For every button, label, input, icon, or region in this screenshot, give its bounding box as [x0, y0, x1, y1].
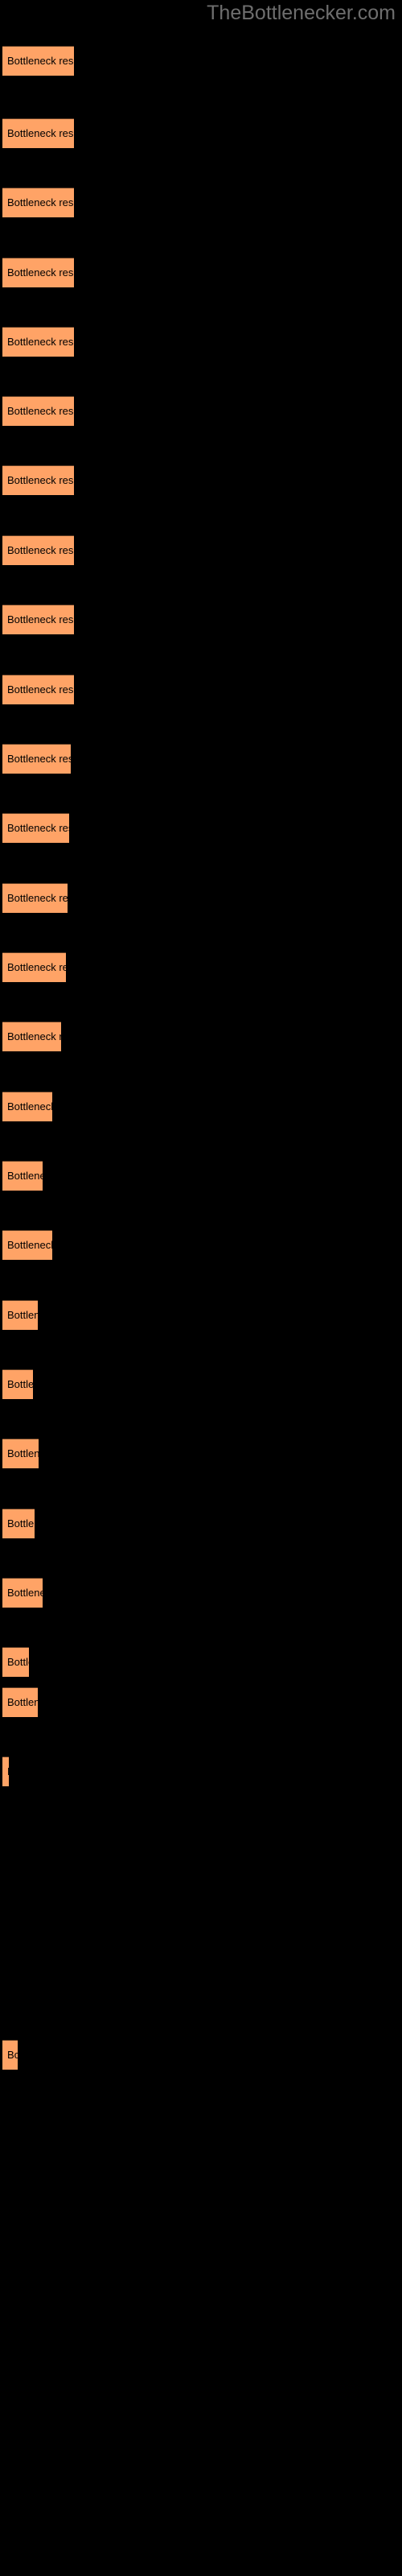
bar-row[interactable]: Bottleneck result	[0, 258, 402, 287]
bar-clip: Bottleneck result	[2, 1369, 33, 1399]
bar-rect[interactable]	[2, 1509, 35, 1538]
bar-row[interactable]: Bottleneck result	[0, 1439, 402, 1468]
bar-rect[interactable]	[2, 744, 71, 774]
bar-clip: Bottleneck result	[2, 46, 74, 76]
bar-clip: Bottleneck result	[2, 1230, 52, 1260]
bar-clip: Bottleneck result	[2, 465, 74, 495]
bar-row[interactable]: Bottleneck result	[0, 1757, 402, 1786]
bar-rect[interactable]	[2, 1757, 9, 1786]
bar-rect[interactable]	[2, 465, 74, 495]
bar-clip: Bottleneck result	[2, 675, 74, 704]
bar-rect[interactable]	[2, 1092, 52, 1121]
bar-rect[interactable]	[2, 46, 74, 76]
bar-row[interactable]: Bottleneck result	[0, 1509, 402, 1538]
bar-row[interactable]: Bottleneck result	[0, 1022, 402, 1051]
bar-rect[interactable]	[2, 952, 66, 982]
bar-clip: Bottleneck result	[2, 605, 74, 634]
bar-row[interactable]: Bottleneck result	[0, 883, 402, 913]
bar-rect[interactable]	[2, 2040, 18, 2070]
bar-clip: Bottleneck result	[2, 258, 74, 287]
bar-row[interactable]: Bottleneck result	[0, 605, 402, 634]
bar-clip: Bottleneck result	[2, 1161, 43, 1191]
bar-clip: Bottleneck result	[2, 535, 74, 565]
bar-clip: Bottleneck result	[2, 952, 66, 982]
bar-row[interactable]: Bottleneck result	[0, 188, 402, 217]
bar-row[interactable]: Bottleneck result	[0, 1300, 402, 1330]
bar-clip: Bottleneck result	[2, 813, 69, 843]
bar-row[interactable]: Bottleneck result	[0, 465, 402, 495]
bar-rect[interactable]	[2, 396, 74, 426]
bar-clip: Bottleneck result	[2, 883, 68, 913]
bar-rect[interactable]	[2, 1369, 33, 1399]
bar-row[interactable]: Bottleneck result	[0, 535, 402, 565]
bar-row[interactable]: Bottleneck result	[0, 46, 402, 76]
bar-clip: Bottleneck result	[2, 1300, 38, 1330]
bar-clip: Bottleneck result	[2, 1022, 61, 1051]
bar-rect[interactable]	[2, 1161, 43, 1191]
bar-rect[interactable]	[2, 188, 74, 217]
bar-clip: Bottleneck result	[2, 744, 71, 774]
bar-row[interactable]: Bottleneck result	[0, 813, 402, 843]
bar-row[interactable]: Bottleneck result	[0, 1092, 402, 1121]
bar-rect[interactable]	[2, 675, 74, 704]
bar-row[interactable]: Bottleneck result	[0, 1230, 402, 1260]
bar-clip: Bottleneck result	[2, 2040, 18, 2070]
bar-rect[interactable]	[2, 605, 74, 634]
bar-row[interactable]: Bottleneck result	[0, 1578, 402, 1608]
bar-clip: Bottleneck result	[2, 1509, 35, 1538]
bar-rect[interactable]	[2, 883, 68, 913]
bar-rect[interactable]	[2, 1578, 43, 1608]
bar-rect[interactable]	[2, 535, 74, 565]
bar-clip: Bottleneck result	[2, 396, 74, 426]
bar-clip: Bottleneck result	[2, 1757, 9, 1786]
bar-clip: Bottleneck result	[2, 1092, 52, 1121]
bar-clip: Bottleneck result	[2, 1439, 39, 1468]
bar-rect[interactable]	[2, 1439, 39, 1468]
bar-rect[interactable]	[2, 813, 69, 843]
bar-clip: Bottleneck result	[2, 1647, 29, 1677]
bar-rect[interactable]	[2, 118, 74, 148]
bar-rect[interactable]	[2, 327, 74, 357]
bar-rect[interactable]	[2, 258, 74, 287]
bar-row[interactable]: Bottleneck result	[0, 1369, 402, 1399]
bottleneck-chart: TheBottlenecker.com Bottleneck resultBot…	[0, 0, 402, 2576]
bar-row[interactable]: Bottleneck result	[0, 1647, 402, 1677]
bar-clip: Bottleneck result	[2, 327, 74, 357]
bar-rect[interactable]	[2, 1647, 29, 1677]
bar-row[interactable]: Bottleneck result	[0, 952, 402, 982]
bar-rect[interactable]	[2, 1687, 38, 1717]
bar-row[interactable]: Bottleneck result	[0, 1687, 402, 1717]
bar-row[interactable]: Bottleneck result	[0, 327, 402, 357]
bar-clip: Bottleneck result	[2, 1578, 43, 1608]
bar-series-layer: Bottleneck result Bottleneck result Bottle…	[0, 0, 402, 2576]
bar-rect[interactable]	[2, 1022, 61, 1051]
bar-rect[interactable]	[2, 1300, 38, 1330]
bar-clip: Bottleneck result	[2, 188, 74, 217]
bar-rect[interactable]	[2, 1230, 52, 1260]
bar-row[interactable]: Bottleneck result	[0, 744, 402, 774]
bar-row[interactable]: Bottleneck result	[0, 1161, 402, 1191]
bar-row[interactable]: Bottleneck result	[0, 396, 402, 426]
bar-clip: Bottleneck result	[2, 118, 74, 148]
bar-row[interactable]: Bottleneck result	[0, 2040, 402, 2070]
bar-row[interactable]: Bottleneck result	[0, 118, 402, 148]
bar-row[interactable]: Bottleneck result	[0, 675, 402, 704]
bar-clip: Bottleneck result	[2, 1687, 38, 1717]
